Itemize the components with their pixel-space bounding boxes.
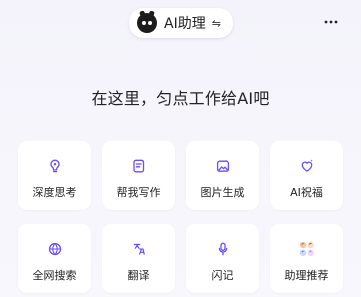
feature-card-ai-blessing[interactable]: AI祝福 [270, 141, 343, 210]
switch-icon: ⇋ [211, 16, 221, 30]
feature-card-assistant-recommend[interactable]: 助理推荐 [270, 224, 343, 293]
feature-card-translate[interactable]: 翻译 [102, 224, 175, 293]
feature-label: 全网搜索 [32, 269, 77, 282]
lightbulb-icon [46, 157, 64, 175]
feature-card-image-generate[interactable]: 图片生成 [186, 141, 259, 210]
feature-card-deep-thinking[interactable]: 深度思考 [18, 141, 91, 210]
feature-label: 翻译 [127, 269, 150, 282]
more-button[interactable] [322, 13, 340, 31]
assistant-name: AI助理 [164, 16, 206, 32]
feature-grid: 深度思考 帮我写作 图片生成 AI祝福 全网搜索 翻译 闪记 助理推荐 [18, 141, 343, 293]
feature-card-web-search[interactable]: 全网搜索 [18, 224, 91, 293]
write-icon [130, 157, 148, 175]
page-title: 在这里，匀点工作给AI吧 [91, 89, 270, 108]
more-icon [324, 20, 338, 24]
globe-icon [46, 240, 64, 258]
feature-label: 助理推荐 [284, 269, 329, 282]
feature-card-flash-note[interactable]: 闪记 [186, 224, 259, 293]
mic-icon [214, 240, 232, 258]
top-bar: AI助理 ⇋ [0, 0, 361, 52]
feature-label: 闪记 [211, 269, 234, 282]
heart-sparkle-icon [298, 157, 316, 175]
assistant-switcher-button[interactable]: AI助理 ⇋ [129, 8, 233, 38]
assistant-avatars-icon [298, 240, 316, 258]
feature-label: 帮我写作 [116, 186, 161, 199]
image-generate-icon [214, 157, 232, 175]
feature-label: 图片生成 [200, 186, 245, 199]
feature-card-help-write[interactable]: 帮我写作 [102, 141, 175, 210]
feature-label: AI祝福 [290, 186, 323, 199]
translate-icon [130, 240, 148, 258]
feature-label: 深度思考 [32, 186, 77, 199]
assistant-avatar-icon [137, 10, 157, 33]
